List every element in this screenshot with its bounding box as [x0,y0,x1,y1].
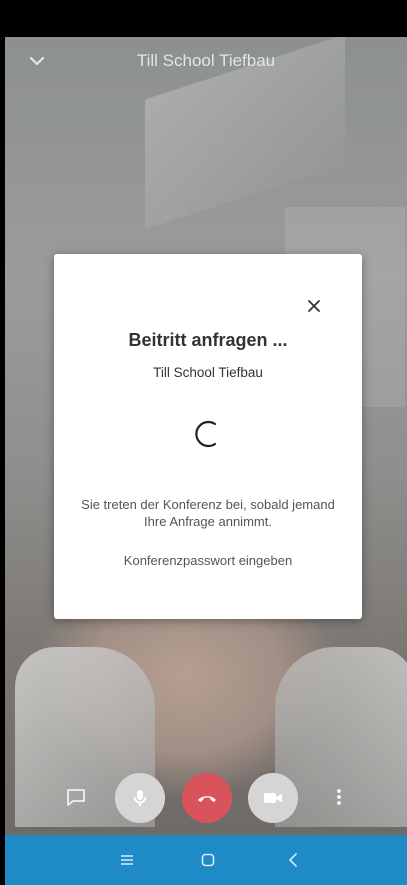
more-vertical-icon[interactable] [335,785,343,809]
recent-apps-icon[interactable] [115,848,139,872]
system-navigation-bar [5,835,407,885]
top-bar: Till School Tiefbau [5,37,407,85]
close-icon[interactable] [306,298,322,314]
microphone-button[interactable] [115,773,165,823]
status-bar [0,0,407,37]
back-icon[interactable] [282,848,306,872]
conference-title: Till School Tiefbau [136,51,276,70]
dialog-message: Sie treten der Konferenz bei, sobald jem… [81,497,335,529]
video-button[interactable] [248,773,298,823]
enter-password-link[interactable]: Konferenzpasswort eingeben [54,553,362,568]
home-icon[interactable] [196,848,220,872]
call-toolbar [5,768,407,828]
dialog-subtitle: Till School Tiefbau [153,365,263,380]
dialog-title: Beitritt anfragen ... [128,330,288,350]
loading-spinner-icon [191,417,225,451]
join-request-dialog: Beitritt anfragen ... Till School Tiefba… [54,254,362,619]
hangup-button[interactable] [182,773,232,823]
chat-icon[interactable] [62,783,90,811]
